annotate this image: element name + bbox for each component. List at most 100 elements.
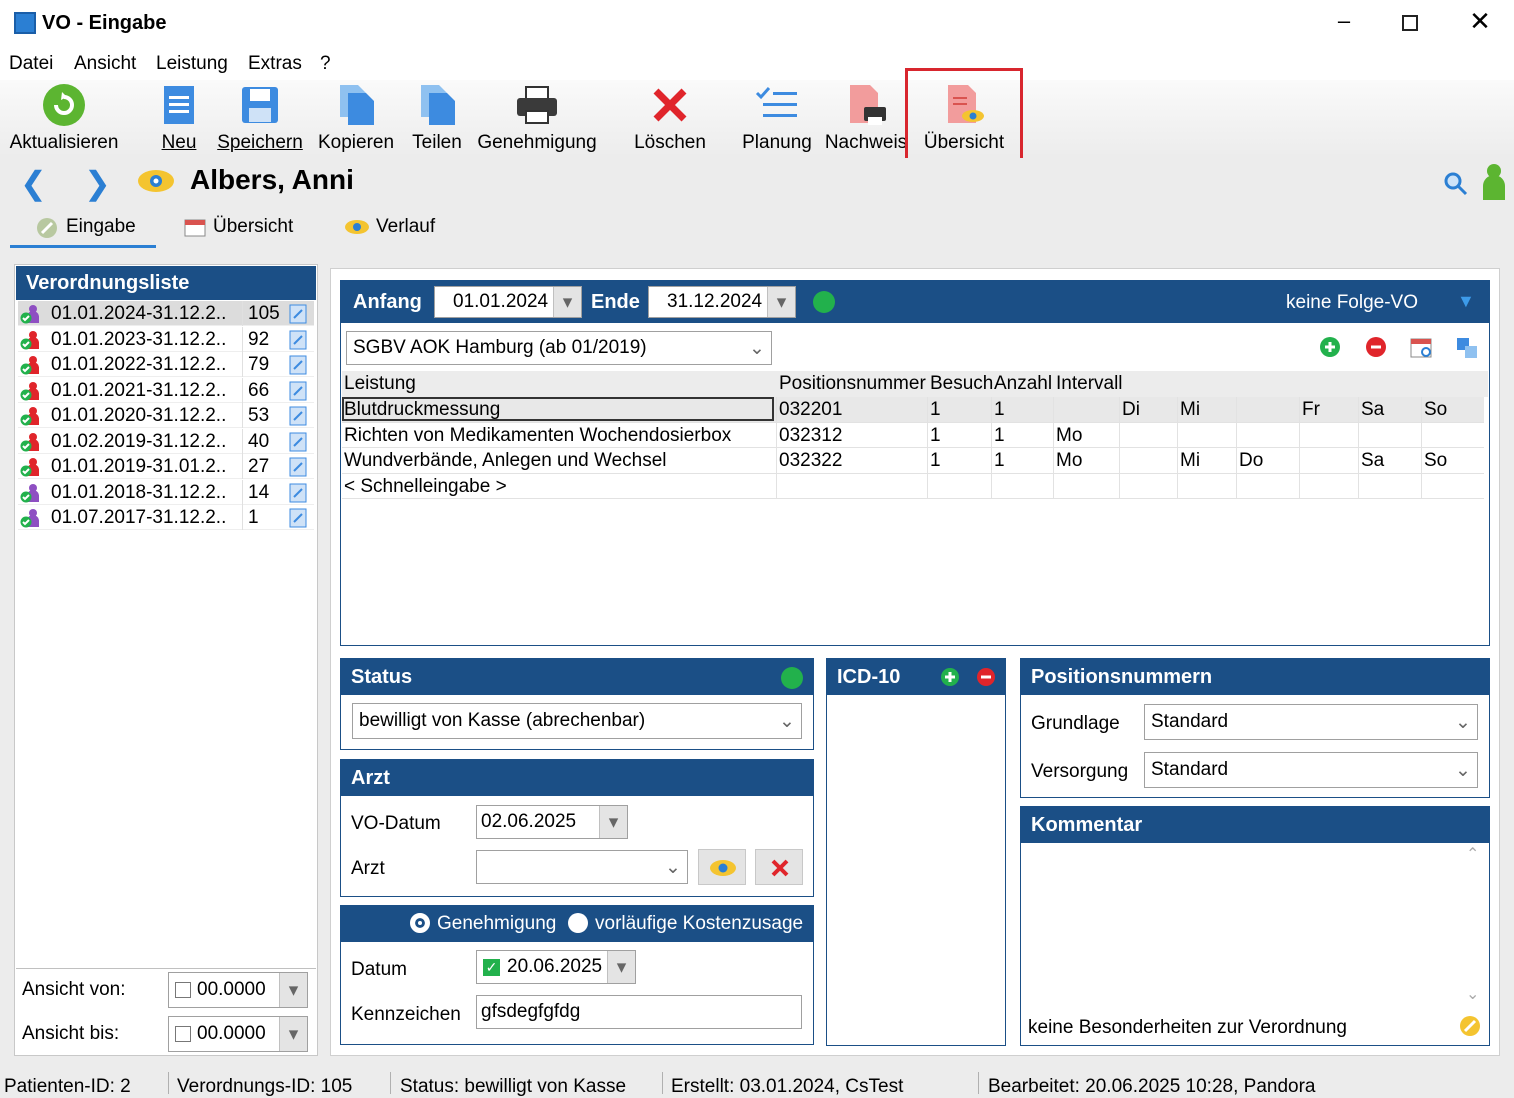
sign-input[interactable]: gfsdegfgfdg	[476, 995, 802, 1029]
tab-history[interactable]: Verlauf	[344, 208, 464, 248]
scroll-up-icon[interactable]: ⌃	[1466, 844, 1479, 864]
cell-service: Wundverbände, Anlegen und Wechsel	[344, 450, 667, 471]
end-date[interactable]: 31.12.2024 ▾	[648, 286, 796, 318]
chevron-down-icon[interactable]: ▾	[607, 951, 635, 983]
remove-icd-icon[interactable]	[976, 667, 996, 687]
view-doctor-button[interactable]	[698, 849, 746, 885]
document-icon	[289, 355, 307, 375]
cell-mi: Mi	[1180, 399, 1201, 420]
person-check-icon	[20, 509, 39, 528]
minimize-button[interactable]: –	[1330, 8, 1358, 38]
approval-date-checkbox[interactable]: ✓	[483, 959, 500, 976]
approval-date-input[interactable]: ✓ 20.06.2025 ▾	[476, 950, 636, 984]
menu-extras[interactable]: Extras	[248, 53, 302, 75]
chevron-down-icon[interactable]: ▾	[279, 973, 307, 1007]
clear-doctor-button[interactable]	[755, 849, 803, 885]
vo-list-item[interactable]: 01.01.2018-31.12.2.. 14	[18, 479, 314, 505]
vo-date-input[interactable]: 02.06.2025 ▾	[476, 805, 628, 839]
vo-list-item[interactable]: 01.01.2023-31.12.2.. 92	[18, 326, 314, 352]
chevron-down-icon[interactable]: ⌄	[659, 851, 687, 883]
add-icon[interactable]	[1319, 336, 1341, 358]
chevron-down-icon[interactable]: ▾	[553, 287, 581, 317]
chevron-down-icon[interactable]: ⌄	[1449, 705, 1477, 739]
overview-button[interactable]: Übersicht	[918, 82, 1010, 156]
person-check-icon	[20, 407, 39, 426]
focused-cell[interactable]	[342, 397, 774, 421]
menu-leistung[interactable]: Leistung	[156, 53, 228, 75]
vo-range: 01.02.2019-31.12.2..	[51, 430, 227, 452]
chevron-down-icon[interactable]: ▾	[279, 1017, 307, 1051]
status-select[interactable]: bewilligt von Kasse (abrechenbar) ⌄	[352, 703, 802, 739]
supply-label: Versorgung	[1031, 761, 1129, 782]
refresh-button[interactable]: Aktualisieren	[6, 82, 122, 156]
search-icon[interactable]	[1444, 172, 1468, 196]
cell-count: 1	[994, 450, 1005, 471]
calendar-search-icon[interactable]	[1410, 336, 1434, 360]
menu-help[interactable]: ?	[320, 53, 331, 75]
vo-range: 01.01.2018-31.12.2..	[51, 481, 227, 503]
vo-list-item[interactable]: 01.01.2019-31.01.2.. 27	[18, 454, 314, 479]
printer-icon	[517, 86, 557, 124]
add-icd-icon[interactable]	[940, 667, 960, 687]
windows-icon[interactable]	[1455, 336, 1479, 360]
vo-list-item[interactable]: 01.01.2024-31.12.2.. 105	[18, 301, 314, 326]
approval-button[interactable]: Genehmigung	[476, 82, 598, 156]
table-row[interactable]: Richten von Medikamenten Wochendosierbox…	[342, 422, 1484, 448]
chevron-left-icon[interactable]: ❮	[20, 164, 47, 202]
chevron-down-icon[interactable]: ▼	[1457, 291, 1475, 312]
split-icon	[421, 85, 455, 125]
view-from-date[interactable]: 00.0000 ▾	[168, 972, 308, 1008]
tab-input[interactable]: Eingabe	[10, 208, 156, 248]
chevron-down-icon[interactable]: ⌄	[773, 704, 801, 738]
vo-list-item[interactable]: 01.01.2022-31.12.2.. 79	[18, 352, 314, 377]
split-button[interactable]: Teilen	[406, 82, 468, 156]
view-from-checkbox[interactable]	[175, 982, 191, 998]
supply-select[interactable]: Standard ⌄	[1144, 752, 1478, 788]
calendar-icon	[184, 219, 206, 237]
maximize-button[interactable]	[1402, 15, 1418, 31]
remove-icon[interactable]	[1365, 336, 1387, 358]
tab-bar: Eingabe Übersicht Verlauf	[0, 208, 1514, 258]
user-icon[interactable]	[1480, 162, 1508, 202]
cell-pos: 032201	[779, 399, 843, 420]
cell-fr: Fr	[1302, 399, 1320, 420]
delete-button[interactable]: Löschen	[630, 82, 710, 156]
edit-comment-icon[interactable]	[1459, 1015, 1481, 1037]
tab-overview[interactable]: Übersicht	[180, 208, 320, 248]
vo-list-item[interactable]: 01.02.2019-31.12.2.. 40	[18, 428, 314, 454]
document-icon	[289, 381, 307, 400]
proof-button[interactable]: Nachweis	[824, 82, 908, 156]
vo-list-item[interactable]: 01.07.2017-31.12.2.. 1	[18, 505, 314, 530]
copy-button[interactable]: Kopieren	[316, 82, 396, 156]
planning-button[interactable]: Planung	[740, 82, 814, 156]
chevron-down-icon[interactable]: ▾	[599, 806, 627, 838]
vo-list-item[interactable]: 01.01.2021-31.12.2.. 66	[18, 377, 314, 403]
contract-select[interactable]: SGBV AOK Hamburg (ab 01/2019) ⌄	[346, 331, 772, 365]
vo-list-item[interactable]: 01.01.2020-31.12.2.. 53	[18, 403, 314, 428]
quick-entry-row[interactable]: < Schnelleingabe >	[342, 473, 1484, 499]
menu-ansicht[interactable]: Ansicht	[74, 53, 136, 75]
view-to-checkbox[interactable]	[175, 1026, 191, 1042]
chevron-down-icon[interactable]: ⌄	[743, 332, 771, 364]
doctor-select[interactable]: ⌄	[476, 850, 688, 884]
scroll-down-icon[interactable]: ⌄	[1466, 984, 1479, 1004]
chevron-down-icon[interactable]: ▾	[767, 287, 795, 317]
base-select[interactable]: Standard ⌄	[1144, 704, 1478, 740]
vo-id: 105	[248, 303, 280, 324]
document-icon	[289, 432, 307, 451]
chevron-down-icon[interactable]: ⌄	[1449, 753, 1477, 787]
approval-radio[interactable]	[410, 913, 430, 933]
start-date[interactable]: 01.01.2024 ▾	[434, 286, 582, 318]
save-button[interactable]: Speichern	[214, 82, 306, 156]
table-row[interactable]: Wundverbände, Anlegen und Wechsel 032322 1…	[342, 448, 1484, 474]
chevron-right-icon[interactable]: ❯	[84, 164, 111, 202]
menu-datei[interactable]: Datei	[9, 53, 53, 75]
report-print-icon	[850, 85, 886, 125]
view-to-label: Ansicht bis:	[22, 1023, 120, 1044]
vo-id: 92	[248, 328, 270, 350]
patient-name: Albers, Anni	[190, 164, 354, 195]
view-to-date[interactable]: 00.0000 ▾	[168, 1016, 308, 1052]
new-button[interactable]: Neu	[156, 82, 202, 156]
provisional-radio[interactable]	[568, 913, 588, 933]
close-button[interactable]: ✕	[1466, 6, 1494, 36]
